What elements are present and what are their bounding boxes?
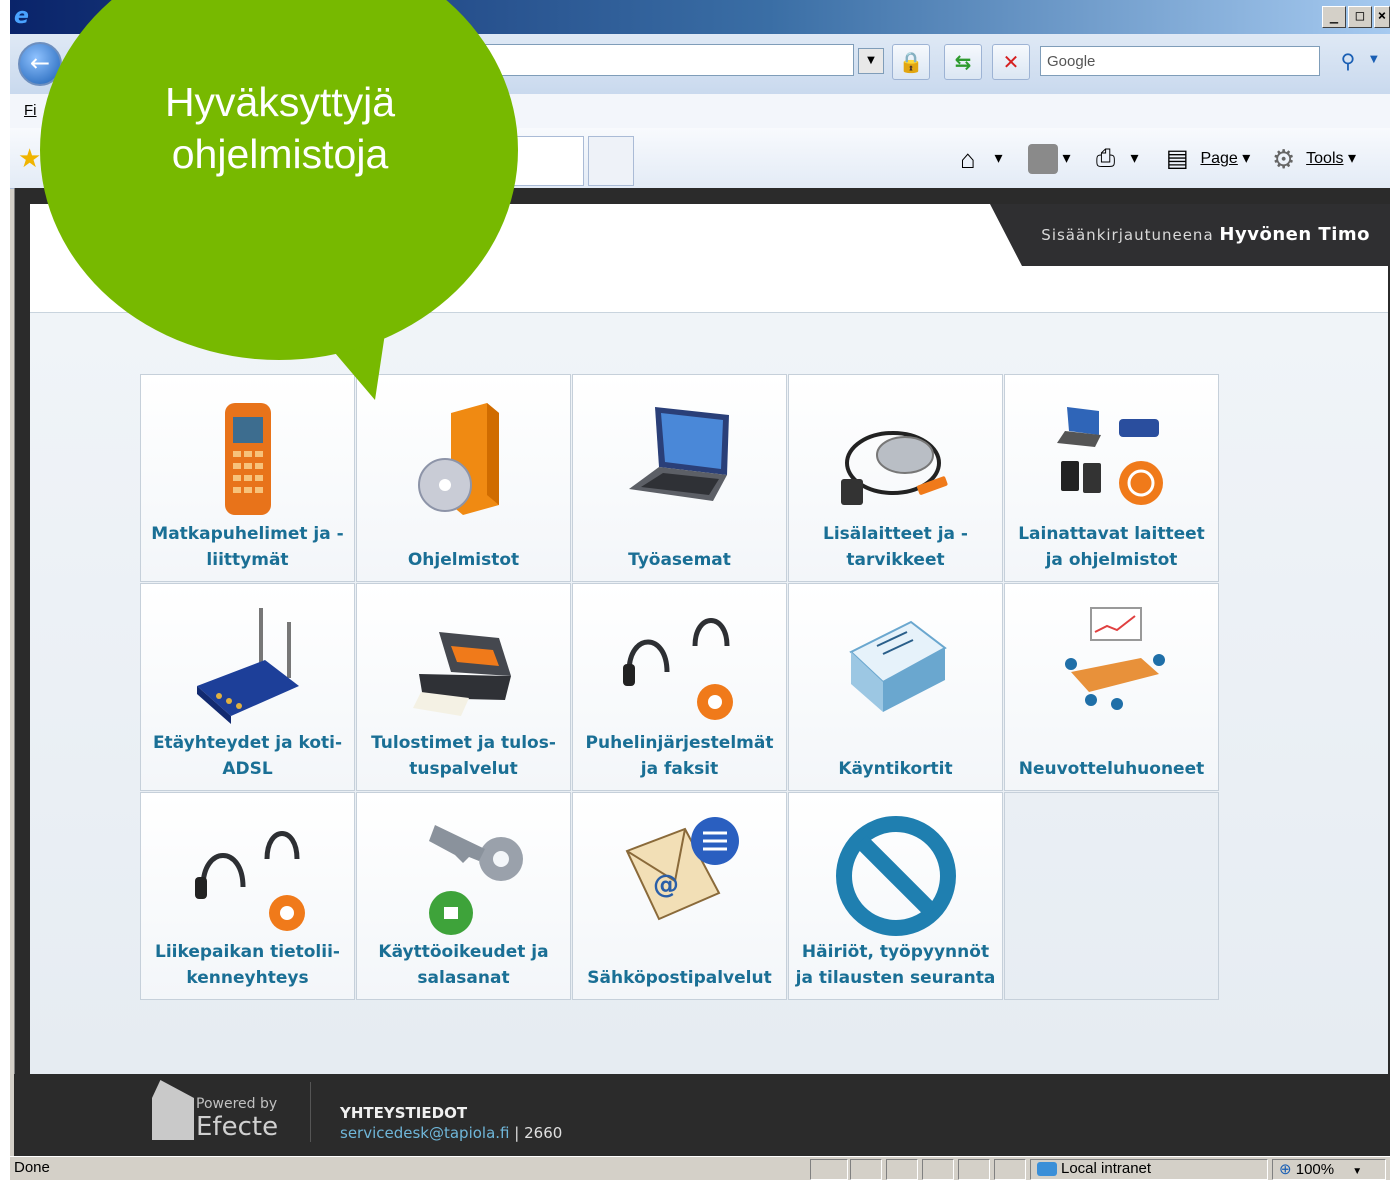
- tools-menu[interactable]: ⚙ Tools ▾: [1272, 142, 1356, 176]
- tile-workstations[interactable]: Työasemat: [572, 374, 787, 582]
- status-pane: [886, 1159, 918, 1180]
- printer-icon: [412, 632, 511, 716]
- headset-gear-icon: [622, 618, 733, 720]
- tile-accessories[interactable]: Lisälaitteet ja -tarvikkeet: [788, 374, 1003, 582]
- callout-text: Hyväksyttyjä ohjelmistoja: [164, 79, 396, 177]
- mobile-phone-icon: [224, 403, 271, 515]
- contact-heading: YHTEYSTIEDOT: [340, 1104, 468, 1122]
- tile-mobile-phones[interactable]: Matkapuhelimet ja -liittymät: [140, 374, 355, 582]
- refresh-icon[interactable]: ⇆: [944, 44, 982, 80]
- page-icon: ▤: [1166, 144, 1189, 172]
- tile-remote-adsl[interactable]: Etäyhteydet ja koti-ADSL: [140, 583, 355, 791]
- minimize-button[interactable]: _: [1322, 6, 1346, 28]
- key-lock-icon: [428, 825, 523, 935]
- router-icon: [196, 608, 299, 724]
- contact-email-link[interactable]: servicedesk@tapiola.fi: [340, 1124, 510, 1142]
- status-text: Done: [14, 1159, 50, 1176]
- status-pane: [850, 1159, 882, 1180]
- search-input[interactable]: Google: [1040, 46, 1320, 76]
- printer-icon: ⎙: [1096, 144, 1116, 172]
- service-tile-grid: Matkapuhelimet ja -liittymät Ohjelmistot…: [140, 374, 1222, 1000]
- tile-empty: [1004, 792, 1219, 1000]
- new-tab-button[interactable]: [588, 136, 634, 186]
- gear-icon: ⚙: [1272, 143, 1296, 174]
- tile-site-network[interactable]: Liikepaikan tietolii-kenneyhteys: [140, 792, 355, 1000]
- print-command[interactable]: ⎙ ▾: [1096, 142, 1138, 176]
- lock-icon[interactable]: 🔒: [892, 44, 930, 80]
- tile-loan-devices[interactable]: Lainattavat laitteet ja ohjelmistot: [1004, 374, 1219, 582]
- zoom-chevron-icon[interactable]: ▼: [1352, 1166, 1362, 1177]
- tile-printers[interactable]: Tulostimet ja tulos-tuspalvelut: [356, 583, 571, 791]
- no-entry-icon: [835, 816, 956, 936]
- security-zone[interactable]: Local intranet: [1030, 1159, 1268, 1180]
- maximize-button[interactable]: □: [1348, 6, 1372, 28]
- software-box-icon: [417, 403, 499, 515]
- email-icon: @: [625, 817, 739, 921]
- powered-by-label: Powered by: [196, 1096, 278, 1112]
- zoom-icon: ⊕: [1279, 1161, 1292, 1178]
- meeting-room-icon: [1064, 607, 1165, 710]
- ie-logo-icon: e: [14, 4, 29, 29]
- slide-margin: [0, 0, 10, 1179]
- stop-icon[interactable]: ✕: [992, 44, 1030, 80]
- intranet-icon: [1037, 1162, 1057, 1176]
- tile-email-services[interactable]: @ Sähköpostipalvelut: [572, 792, 787, 1000]
- search-options-chevron-icon[interactable]: ▼: [1370, 54, 1378, 65]
- home-command[interactable]: ⌂ ▾: [960, 142, 1002, 176]
- feeds-command[interactable]: ▾: [1028, 142, 1070, 176]
- status-pane: [958, 1159, 990, 1180]
- tile-phone-systems[interactable]: Puhelinjärjestelmät ja faksit: [572, 583, 787, 791]
- footer-divider: [310, 1082, 311, 1142]
- mouse-cable-icon: [840, 431, 948, 505]
- tile-access-rights[interactable]: Käyttöoikeudet ja salasanat: [356, 792, 571, 1000]
- status-bar: Done Local intranet ⊕ 100% ▼: [10, 1156, 1390, 1180]
- menu-file[interactable]: Fi: [24, 102, 37, 119]
- page-menu[interactable]: ▤ Page ▾: [1166, 142, 1250, 176]
- status-pane: [994, 1159, 1026, 1180]
- headset-network-icon: [194, 831, 305, 931]
- tile-incidents-tracking[interactable]: Häiriöt, työpyynnöt ja tilausten seurant…: [788, 792, 1003, 1000]
- laptop-icon: [628, 407, 729, 501]
- brand-name: Efecte: [196, 1112, 279, 1142]
- favorites-star-icon[interactable]: ★: [18, 144, 41, 174]
- tile-software[interactable]: Ohjelmistot: [356, 374, 571, 582]
- rss-feed-icon: [1028, 143, 1058, 174]
- address-field[interactable]: [480, 44, 854, 76]
- zoom-level[interactable]: ⊕ 100% ▼: [1272, 1159, 1386, 1180]
- tile-business-cards[interactable]: Käyntikortit: [788, 583, 1003, 791]
- close-window-button[interactable]: ×: [1374, 6, 1390, 28]
- home-icon: ⌂: [960, 143, 976, 174]
- logged-in-user: Sisäänkirjautuneena Hyvönen Timo: [1041, 224, 1370, 245]
- contact-info: servicedesk@tapiola.fi | 2660: [340, 1124, 563, 1142]
- status-pane: [810, 1159, 848, 1180]
- contact-phone: 2660: [524, 1124, 563, 1142]
- search-icon[interactable]: ⚲: [1330, 44, 1366, 78]
- loan-devices-icon: [1056, 407, 1163, 505]
- tile-meeting-rooms[interactable]: Neuvotteluhuoneet: [1004, 583, 1219, 791]
- business-cards-icon: [848, 620, 947, 712]
- status-pane: [922, 1159, 954, 1180]
- address-dropdown-button[interactable]: ▼: [858, 48, 884, 74]
- svg-text:@: @: [653, 870, 679, 900]
